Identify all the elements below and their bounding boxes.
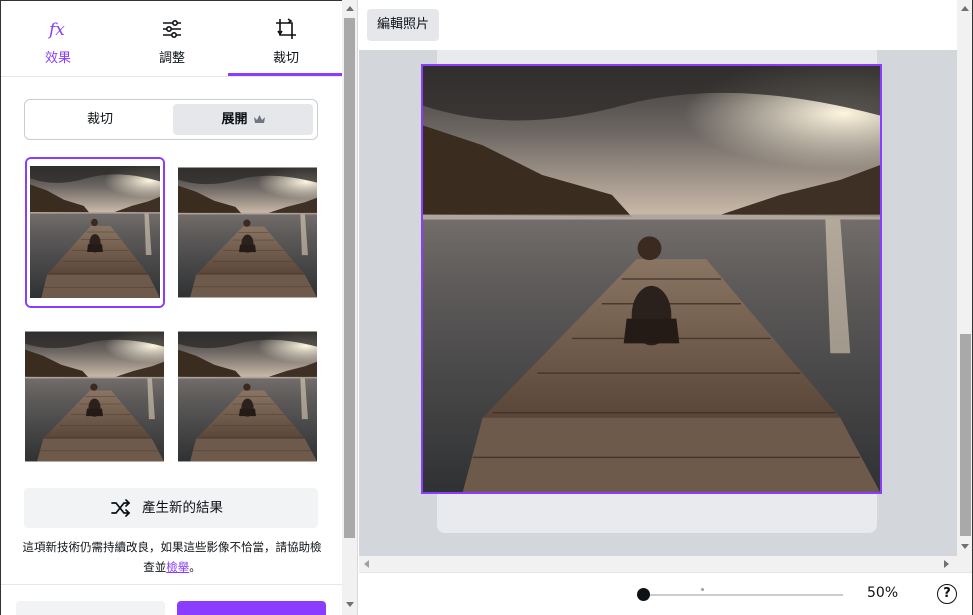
zoom-slider-track[interactable] [643,594,843,596]
result-thumbnail-3[interactable] [25,331,164,462]
tab-label: 調整 [158,51,185,66]
disclaimer-end: 。 [189,560,201,574]
help-button[interactable]: ? [937,584,957,604]
zoom-slider-handle[interactable] [637,588,650,601]
expand-mode-label: 展開 [221,112,248,127]
side-panel: fx 效果 調整 裁切 裁切 展開 產生新的結果 這項新技術仍需持續改良，如果這… [0,0,342,615]
expand-mode-button[interactable]: 展開 [173,104,313,135]
tab-crop[interactable]: 裁切 [229,1,342,77]
edit-photo-button[interactable]: 編輯照片 [367,9,439,41]
scroll-left-icon[interactable] [364,560,369,568]
editor-toolbar: 編輯照片 [359,0,957,50]
scrollbar-thumb[interactable] [344,18,355,538]
cancel-button[interactable] [16,601,165,615]
active-tab-indicator [228,73,342,76]
zoom-default-mark [701,588,704,591]
crop-icon [276,18,296,39]
sliders-icon [163,19,181,39]
zoom-level[interactable]: 50% [867,585,898,601]
footer-divider [1,584,342,585]
generate-label: 產生新的結果 [142,500,223,516]
shuffle-icon [111,499,131,517]
scroll-down-icon[interactable] [961,544,969,549]
disclaimer-text: 這項新技術仍需持續改良，如果這些影像不恰當，請協助檢查並檢舉。 [19,537,325,577]
result-thumbnail-4[interactable] [178,331,317,462]
svg-text:fx: fx [47,20,65,40]
selected-photo[interactable] [421,64,882,494]
apply-button[interactable] [177,601,326,615]
tab-bar: fx 效果 調整 裁切 [1,1,342,77]
tab-adjust[interactable]: 調整 [115,1,229,77]
tab-label: 裁切 [272,51,299,66]
scroll-up-icon[interactable] [961,6,969,11]
scroll-up-icon[interactable] [346,6,354,11]
report-link[interactable]: 檢舉 [166,560,189,574]
fx-icon: fx [47,20,65,40]
generate-new-results-button[interactable]: 產生新的結果 [24,488,318,528]
scroll-right-icon[interactable] [944,560,949,568]
side-panel-scrollbar[interactable] [342,0,358,615]
result-thumbnail-1[interactable] [25,157,165,308]
crop-mode-button[interactable]: 裁切 [29,104,171,135]
result-thumbnail-2[interactable] [178,167,317,298]
crown-icon [253,115,265,123]
canvas-horizontal-scrollbar[interactable] [359,556,973,572]
scrollbar-thumb[interactable] [960,334,971,536]
zoom-footer: 50% ? [359,572,973,615]
crop-mode-toggle: 裁切 展開 [24,99,318,140]
canvas-vertical-scrollbar[interactable] [957,0,973,556]
tab-effects[interactable]: fx 效果 [1,1,115,77]
tab-label: 效果 [44,51,71,66]
editor-canvas [359,50,957,556]
scroll-down-icon[interactable] [346,602,354,607]
